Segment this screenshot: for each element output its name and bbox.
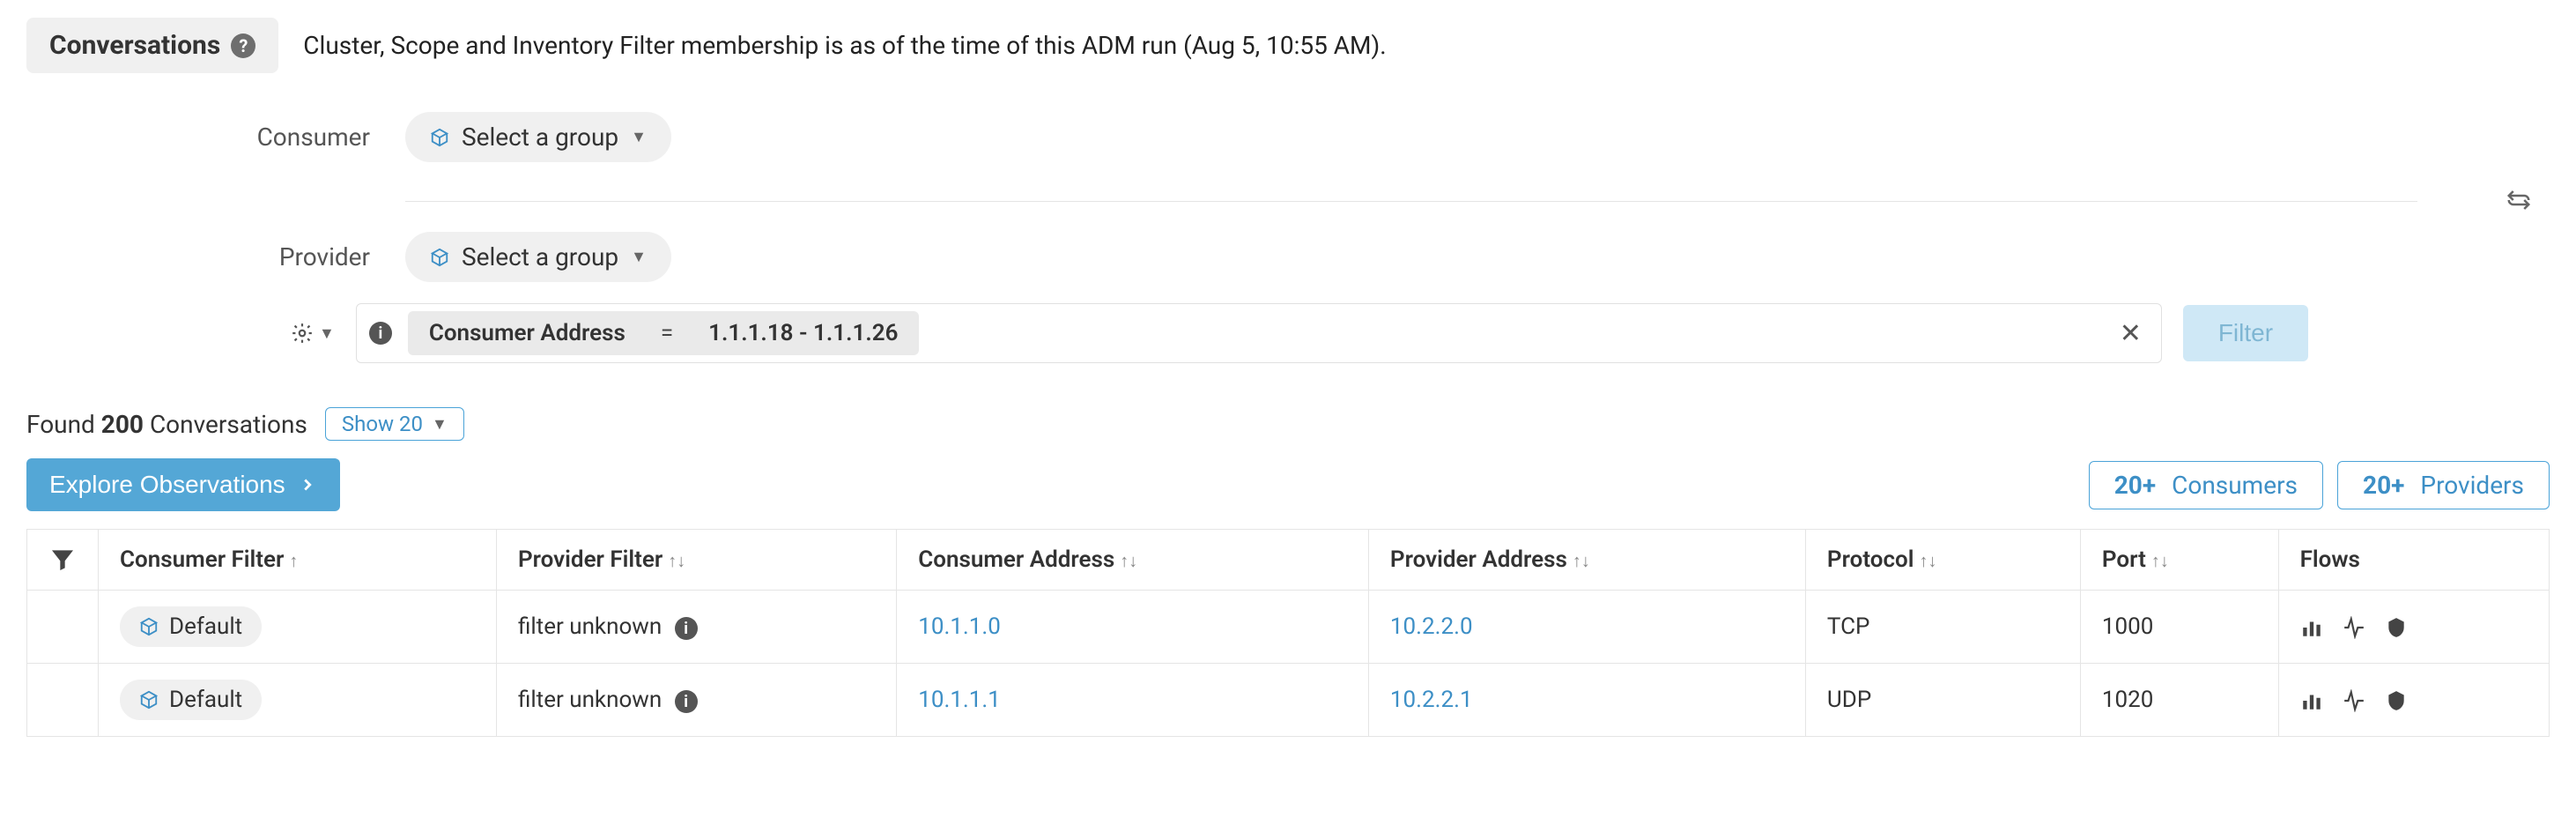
provider-address-link[interactable]: 10.2.2.1	[1390, 687, 1473, 713]
chevron-down-icon: ▼	[432, 415, 448, 434]
protocol-text: UDP	[1827, 687, 1871, 713]
results-count-text: Found 200 Conversations	[26, 410, 307, 439]
activity-icon[interactable]	[2343, 687, 2365, 713]
consumer-group-label: Select a group	[462, 123, 618, 152]
sort-icon: ↑↓	[1120, 550, 1137, 571]
providers-summary-button[interactable]: 20+ Providers	[2337, 461, 2550, 509]
clear-filter-icon[interactable]: ✕	[2113, 318, 2149, 349]
info-icon[interactable]: i	[675, 617, 698, 640]
conversations-tab[interactable]: Conversations ?	[26, 18, 278, 73]
sort-icon: ↑↓	[1573, 550, 1590, 571]
col-provider-filter[interactable]: Provider Filter↑↓	[496, 530, 896, 591]
provider-filter-text: filter unknown	[518, 613, 662, 640]
consumers-summary-button[interactable]: 20+ Consumers	[2089, 461, 2323, 509]
info-icon[interactable]: i	[675, 690, 698, 713]
sort-icon: ↑↓	[1919, 550, 1936, 571]
conversations-tab-label: Conversations	[49, 30, 220, 61]
table-row[interactable]: Default filter unknown i 10.1.1.1 10.2.2…	[27, 664, 2550, 737]
chevron-down-icon: ▼	[631, 128, 647, 146]
port-text: 1020	[2102, 687, 2153, 713]
show-count-select[interactable]: Show 20 ▼	[325, 407, 464, 441]
chevron-down-icon: ▼	[631, 248, 647, 266]
filter-chip-value: 1.1.1.18 - 1.1.1.26	[708, 320, 898, 346]
col-port[interactable]: Port↑↓	[2080, 530, 2278, 591]
filter-chip[interactable]: Consumer Address = 1.1.1.18 - 1.1.1.26	[408, 311, 920, 355]
table-row[interactable]: Default filter unknown i 10.1.1.0 10.2.2…	[27, 591, 2550, 664]
cube-icon	[430, 248, 449, 267]
col-provider-address[interactable]: Provider Address↑↓	[1368, 530, 1805, 591]
col-protocol[interactable]: Protocol↑↓	[1805, 530, 2080, 591]
consumer-filter-pill[interactable]: Default	[120, 680, 262, 720]
info-icon[interactable]: i	[369, 322, 392, 345]
conversations-table: Consumer Filter↑ Provider Filter↑↓ Consu…	[26, 529, 2550, 737]
provider-group-select[interactable]: Select a group ▼	[405, 232, 671, 282]
bar-chart-icon[interactable]	[2300, 613, 2323, 640]
filter-icon[interactable]	[48, 546, 77, 574]
consumer-group-select[interactable]: Select a group ▼	[405, 112, 671, 162]
sort-asc-icon: ↑	[289, 550, 298, 571]
settings-dropdown[interactable]: ▼	[291, 322, 335, 345]
cube-icon	[139, 690, 159, 710]
header-description: Cluster, Scope and Inventory Filter memb…	[303, 31, 1386, 60]
bar-chart-icon[interactable]	[2300, 687, 2323, 713]
swap-icon[interactable]	[2506, 186, 2532, 213]
sort-icon: ↑↓	[2151, 550, 2169, 571]
sort-icon: ↑↓	[668, 550, 685, 571]
filter-button[interactable]: Filter	[2183, 305, 2308, 361]
consumer-address-link[interactable]: 10.1.1.1	[918, 687, 1001, 713]
help-icon[interactable]: ?	[231, 33, 255, 58]
provider-label: Provider	[229, 242, 370, 271]
consumer-filter-pill[interactable]: Default	[120, 606, 262, 647]
cube-icon	[430, 128, 449, 147]
activity-icon[interactable]	[2343, 613, 2365, 640]
explore-observations-button[interactable]: Explore Observations	[26, 458, 340, 511]
cube-icon	[139, 617, 159, 636]
provider-group-label: Select a group	[462, 242, 618, 271]
protocol-text: TCP	[1827, 613, 1869, 640]
shield-icon[interactable]	[2385, 613, 2408, 640]
provider-filter-text: filter unknown	[518, 687, 662, 713]
port-text: 1000	[2102, 613, 2153, 640]
provider-address-link[interactable]: 10.2.2.0	[1390, 613, 1473, 640]
consumer-address-link[interactable]: 10.1.1.0	[918, 613, 1001, 640]
filter-chip-field: Consumer Address	[429, 320, 625, 346]
filter-chip-op: =	[661, 320, 673, 346]
col-consumer-filter[interactable]: Consumer Filter↑	[99, 530, 497, 591]
col-consumer-address[interactable]: Consumer Address↑↓	[897, 530, 1369, 591]
consumer-label: Consumer	[229, 123, 370, 152]
col-flows: Flows	[2278, 530, 2549, 591]
filter-input[interactable]: i Consumer Address = 1.1.1.18 - 1.1.1.26…	[356, 303, 2162, 363]
chevron-right-icon	[298, 475, 317, 494]
shield-icon[interactable]	[2385, 687, 2408, 713]
